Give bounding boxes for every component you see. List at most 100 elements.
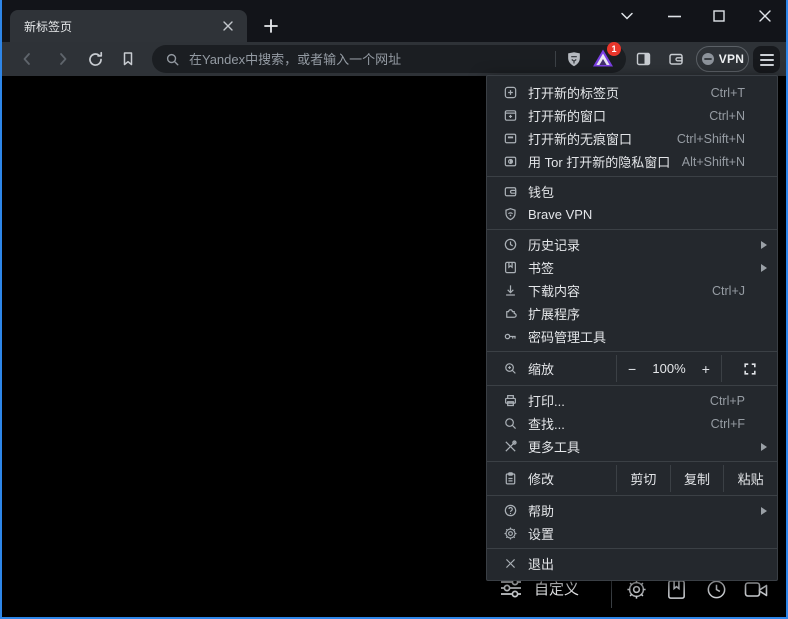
menu-item-brave-vpn[interactable]: Brave VPN [487,203,777,226]
brave-shield-icon[interactable] [565,50,583,69]
tab-close-icon[interactable] [217,15,239,37]
help-icon [502,503,518,519]
maximize-button[interactable] [705,3,733,29]
address-input[interactable] [189,52,551,67]
vpn-button[interactable]: VPN [696,46,749,72]
wallet-icon [502,184,518,200]
menu-item-label: 下载内容 [528,281,712,300]
extensions-icon [502,306,518,322]
bookmarks-icon [502,260,518,276]
menu-item-shortcut: Ctrl+J [712,284,745,298]
rewards-notification-badge: 1 [607,42,621,56]
new-tab-button[interactable] [258,13,284,39]
chevron-right-icon [761,507,767,515]
chevron-right-icon [761,443,767,451]
menu-item-label: 查找... [528,414,711,433]
key-icon [502,329,518,345]
menu-item-label: Brave VPN [528,207,765,222]
menu-item-edit: 修改 剪切 复制 粘贴 [487,465,777,492]
menu-item-zoom: 缩放 − 100% + [487,355,777,382]
bookmark-button[interactable] [115,47,141,71]
incognito-window-icon [502,131,518,147]
menu-item-label: 钱包 [528,182,765,201]
menu-item-label: 退出 [528,554,765,573]
menu-item-label: 密码管理工具 [528,327,765,346]
reload-button[interactable] [82,47,108,71]
menu-item-label: 更多工具 [528,437,765,456]
tools-icon [502,439,518,455]
back-button[interactable] [14,47,40,71]
minimize-button[interactable] [660,3,688,29]
menu-item-new-private-window[interactable]: 打开新的无痕窗口 Ctrl+Shift+N [487,127,777,150]
zoom-in-button[interactable]: + [696,361,716,377]
browser-window: 新标签页 [0,0,788,619]
menu-item-settings[interactable]: 设置 [487,522,777,545]
menu-separator [487,548,777,549]
address-bar[interactable]: 1 [152,45,626,73]
menu-item-extensions[interactable]: 扩展程序 [487,302,777,325]
forward-button[interactable] [50,47,76,71]
menu-item-bookmarks[interactable]: 书签 [487,256,777,279]
tab-new-tab-page[interactable]: 新标签页 [10,10,247,42]
vpn-status-icon [701,52,715,66]
zoom-icon [502,361,518,377]
zoom-out-button[interactable]: − [622,361,642,377]
menu-item-label: 打开新的窗口 [528,106,709,125]
new-window-icon [502,108,518,124]
menu-separator [487,176,777,177]
app-menu: 打开新的标签页 Ctrl+T 打开新的窗口 Ctrl+N 打开新的无痕窗口 Ct… [486,75,778,581]
find-icon [502,416,518,432]
new-tab-icon [502,85,518,101]
gear-icon [502,526,518,542]
menu-separator [487,229,777,230]
menu-item-label: 修改 [528,469,616,488]
menu-item-new-window[interactable]: 打开新的窗口 Ctrl+N [487,104,777,127]
vpn-label: VPN [719,52,745,66]
cut-button[interactable]: 剪切 [617,469,670,488]
menu-item-help[interactable]: 帮助 [487,499,777,522]
wallet-icon[interactable] [664,48,688,70]
clipboard-icon [502,471,518,487]
toolbar: 1 VPN [2,42,786,76]
fullscreen-icon [743,362,757,376]
menu-item-label: 打印... [528,391,710,410]
menu-item-shortcut: Ctrl+T [711,86,745,100]
menu-item-downloads[interactable]: 下载内容 Ctrl+J [487,279,777,302]
menu-separator [487,495,777,496]
sidebar-icon[interactable] [631,48,655,70]
menu-item-passwords[interactable]: 密码管理工具 [487,325,777,348]
menu-separator [487,461,777,462]
history-icon [502,237,518,253]
menu-item-new-tor-window[interactable]: 用 Tor 打开新的隐私窗口 Alt+Shift+N [487,150,777,173]
paste-button[interactable]: 粘贴 [724,469,777,488]
menu-item-print[interactable]: 打印... Ctrl+P [487,389,777,412]
menu-item-find[interactable]: 查找... Ctrl+F [487,412,777,435]
menu-item-more-tools[interactable]: 更多工具 [487,435,777,458]
hamburger-menu-button[interactable] [753,46,780,73]
brave-rewards-icon[interactable]: 1 [592,48,616,70]
downloads-icon [502,283,518,299]
titlebar: 新标签页 [2,0,786,42]
menu-item-label: 打开新的无痕窗口 [528,129,677,148]
menu-item-history[interactable]: 历史记录 [487,233,777,256]
menu-item-label: 帮助 [528,501,765,520]
menu-item-label: 历史记录 [528,235,765,254]
menu-item-label: 打开新的标签页 [528,83,711,102]
menu-item-exit[interactable]: 退出 [487,552,777,575]
printer-icon [502,393,518,409]
chevron-right-icon [761,241,767,249]
zoom-level: 100% [652,361,685,376]
menu-item-new-tab[interactable]: 打开新的标签页 Ctrl+T [487,81,777,104]
menu-item-wallet[interactable]: 钱包 [487,180,777,203]
menu-item-label: 用 Tor 打开新的隐私窗口 [528,152,682,171]
address-bar-divider [555,51,556,67]
menu-item-label: 缩放 [528,359,616,378]
menu-item-shortcut: Alt+Shift+N [682,155,745,169]
tab-search-caret-icon[interactable] [613,3,641,29]
menu-separator [487,385,777,386]
menu-item-shortcut: Ctrl+N [709,109,745,123]
close-button[interactable] [751,3,779,29]
tor-window-icon [502,154,518,170]
fullscreen-button[interactable] [722,362,777,376]
copy-button[interactable]: 复制 [671,469,724,488]
